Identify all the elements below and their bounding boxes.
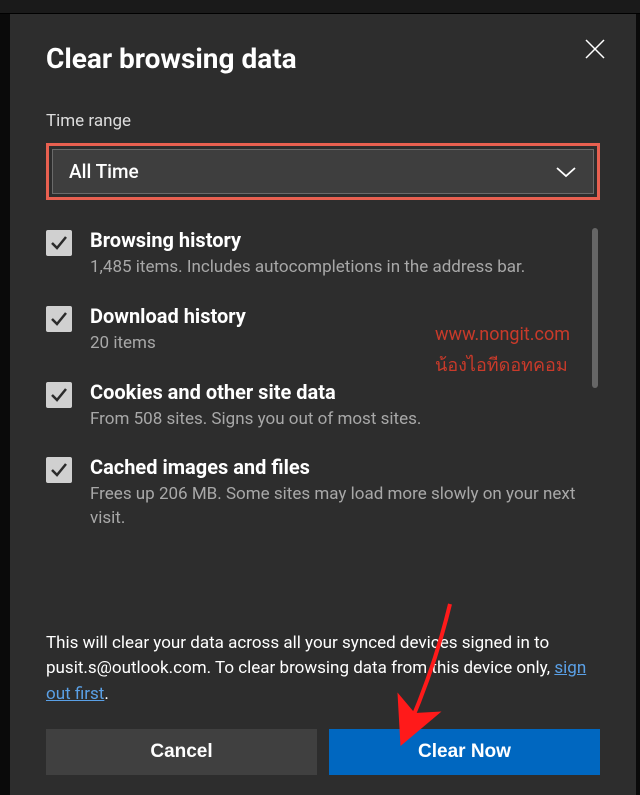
time-range-label: Time range <box>46 111 600 131</box>
time-range-value: All Time <box>69 160 139 183</box>
checkmark-icon <box>50 386 68 404</box>
checkmark-icon <box>50 461 68 479</box>
option-title: Download history <box>90 304 576 328</box>
chevron-down-icon <box>555 165 577 179</box>
option-text: Cached images and files Frees up 206 MB.… <box>90 455 576 531</box>
option-cached-images: Cached images and files Frees up 206 MB.… <box>46 455 576 531</box>
fade-overlay <box>46 597 576 619</box>
option-desc: 20 items <box>90 332 576 356</box>
checkbox-download-history[interactable] <box>46 306 72 332</box>
option-text: Download history 20 items <box>90 304 576 356</box>
button-row: Cancel Clear Now <box>46 729 600 775</box>
scrollbar-thumb[interactable] <box>592 228 598 388</box>
footer-note: This will clear your data across all you… <box>46 631 600 708</box>
footer-note-pre: This will clear your data across all you… <box>46 633 554 679</box>
option-title: Browsing history <box>90 228 576 252</box>
clear-browsing-dialog: Clear browsing data Time range All Time <box>10 14 636 795</box>
option-text: Cookies and other site data From 508 sit… <box>90 380 576 432</box>
checkbox-cached[interactable] <box>46 457 72 483</box>
checkbox-browsing-history[interactable] <box>46 230 72 256</box>
window-top-bar <box>0 0 640 14</box>
option-download-history: Download history 20 items <box>46 304 576 356</box>
option-desc: From 508 sites. Signs you out of most si… <box>90 408 576 432</box>
time-range-dropdown[interactable]: All Time <box>52 149 594 194</box>
option-cookies: Cookies and other site data From 508 sit… <box>46 380 576 432</box>
option-title: Cookies and other site data <box>90 380 576 404</box>
option-text: Browsing history 1,485 items. Includes a… <box>90 228 576 280</box>
clear-now-button[interactable]: Clear Now <box>329 729 600 775</box>
option-desc: 1,485 items. Includes autocompletions in… <box>90 256 576 280</box>
option-desc: Frees up 206 MB. Some sites may load mor… <box>90 483 576 531</box>
options-list: Browsing history 1,485 items. Includes a… <box>46 228 600 558</box>
checkmark-icon <box>50 234 68 252</box>
checkmark-icon <box>50 310 68 328</box>
options-area: Browsing history 1,485 items. Includes a… <box>46 228 600 619</box>
option-browsing-history: Browsing history 1,485 items. Includes a… <box>46 228 576 280</box>
option-title: Cached images and files <box>90 455 576 479</box>
dialog-header: Clear browsing data <box>46 42 600 75</box>
close-button[interactable] <box>580 34 610 68</box>
footer-note-post: . <box>104 684 108 704</box>
cancel-button[interactable]: Cancel <box>46 729 317 775</box>
close-icon <box>584 38 606 60</box>
checkbox-cookies[interactable] <box>46 382 72 408</box>
dialog-title: Clear browsing data <box>46 42 297 75</box>
time-range-highlight: All Time <box>46 143 600 200</box>
